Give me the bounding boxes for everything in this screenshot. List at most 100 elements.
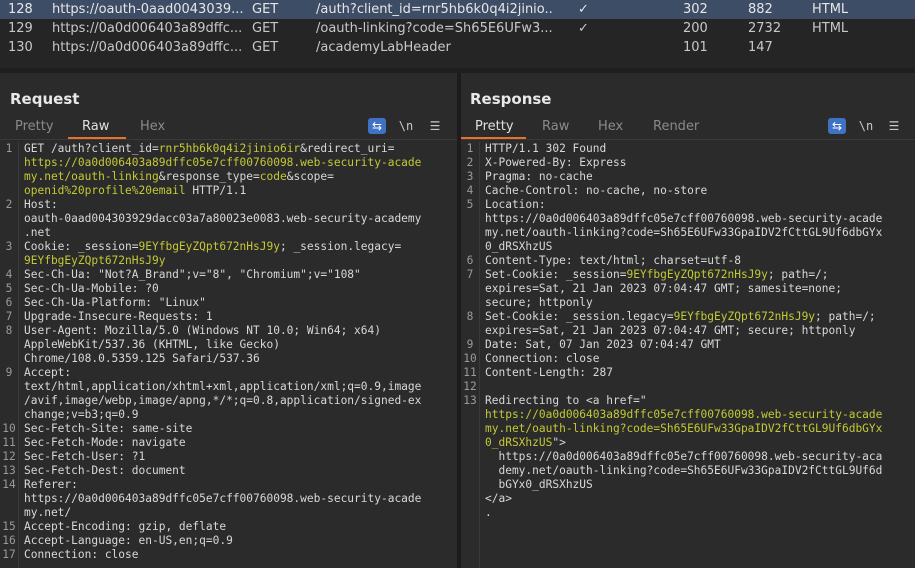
text-token: Content-Type: text/html; charset=utf-8 [485,254,741,267]
request-tab-pretty[interactable]: Pretty [15,119,54,134]
request-line: Chrome/108.0.5359.125 Safari/537.36 [0,352,457,366]
text-token: demy.net/oauth-linking?code=Sh65E6UFw33G… [485,464,883,477]
request-line: 9EYfbgEyZQpt672nHsJ9y [0,254,457,268]
response-tab-hex[interactable]: Hex [598,119,623,134]
line-text: Referer: [24,478,78,492]
request-tab-hex[interactable]: Hex [140,119,165,134]
request-line: 9 Accept: [0,366,457,380]
text-token: https://0a0d006403a89dffc05e7cff00760098… [24,492,422,505]
text-token: Sec-Ch-Ua-Mobile: ?0 [24,282,159,295]
line-text: https://0a0d006403a89dffc05e7cff00760098… [485,450,882,464]
response-line: my.net/oauth-linking?code=Sh65E6UFw33Gpa… [461,226,915,240]
history-cell-method: GET [252,2,279,17]
text-token: GET /auth?client_id= [24,142,159,155]
line-text: Sec-Fetch-User: ?1 [24,450,145,464]
line-number: 4 [466,184,474,197]
history-row[interactable]: 130 https://0a0d006403a89dffc... GET/acade… [0,38,915,57]
line-text: Sec-Fetch-Site: same-site [24,422,192,436]
line-number: 13 [463,394,477,407]
text-token: Referer: [24,478,78,491]
request-line: 13 Sec-Fetch-Dest: document [0,464,457,478]
request-menu-icon[interactable]: ☰ [426,118,444,134]
line-text: my.net/oauth-linking?code=Sh65E6UFw33Gpa… [485,422,882,436]
line-text: </a> [485,492,512,506]
request-line: 17 Connection: close [0,548,457,562]
response-line: https://0a0d006403a89dffc05e7cff00760098… [461,450,915,464]
text-token: ; path=/; [815,310,876,323]
history-cell-num: 128 [8,2,33,17]
line-text: text/html,application/xhtml+xml,applicat… [24,380,421,394]
history-cell-mime: HTML [812,2,849,17]
response-newline-icon[interactable]: \n [857,118,875,134]
request-line: /avif,image/webp,image/apng,*/*;q=0.8,ap… [0,394,457,408]
line-text: Accept-Encoding: gzip, deflate [24,520,226,534]
text-token: https://0a0d006403a89dffc05e7cff00760098… [485,212,883,225]
line-text: User-Agent: Mozilla/5.0 (Windows NT 10.0… [24,324,381,338]
response-wrap-lines-icon[interactable]: ⇆ [828,118,846,134]
history-row[interactable]: 129 https://0a0d006403a89dffc... GET/oauth… [0,19,915,38]
line-number: 12 [2,450,16,463]
line-text: Connection: close [485,352,600,366]
text-token: Sec-Fetch-Dest: document [24,464,186,477]
response-tab-render[interactable]: Render [653,119,699,134]
response-menu-icon[interactable]: ☰ [885,118,903,134]
line-text: Set-Cookie: _session.legacy=9EYfbgEyZQpt… [485,310,876,324]
line-text: Sec-Ch-Ua-Mobile: ?0 [24,282,159,296]
text-token: Cookie: _session= [24,240,139,253]
response-line: 12 [461,380,915,394]
highlighted-token: openid%20profile%20email [24,184,186,197]
line-text: expires=Sat, 21 Jan 2023 07:04:47 GMT; s… [485,282,842,296]
response-line: 9 Date: Sat, 07 Jan 2023 07:04:47 GMT [461,338,915,352]
history-cell-num: 130 [8,40,33,55]
request-line: .net [0,226,457,240]
line-number: 9 [5,366,13,379]
request-editor[interactable]: 1 GET /auth?client_id=rnr5hb6k0q4i2jinio6… [0,142,457,568]
text-token: Set-Cookie: _session= [485,268,627,281]
line-text: secure; httponly [485,296,593,310]
highlighted-token: 9EYfbgEyZQpt672nHsJ9y [138,240,280,253]
line-text: Content-Length: 287 [485,366,613,380]
line-number: 11 [2,436,16,449]
history-cell-edited: ✓ [578,21,589,36]
response-line: demy.net/oauth-linking?code=Sh65E6UFw33G… [461,464,915,478]
line-number: 6 [5,296,13,309]
line-text: HTTP/1.1 302 Found [485,142,606,156]
response-line: my.net/oauth-linking?code=Sh65E6UFw33Gpa… [461,422,915,436]
line-text: Pragma: no-cache [485,170,593,184]
request-tab-raw[interactable]: Raw [82,119,109,134]
line-number: 13 [2,464,16,477]
response-panel: Response Pretty Raw Hex Render ⇆ \n ☰ 1H… [461,73,915,568]
text-token: Sec-Ch-Ua: "Not?A_Brand";v="8", "Chromiu… [24,268,361,281]
response-editor[interactable]: 1 HTTP/1.1 302 Found 2 X-Powered-By: Expres… [461,142,915,568]
line-number: 6 [466,254,474,267]
line-text: Upgrade-Insecure-Requests: 1 [24,310,213,324]
request-line: 6 Sec-Ch-Ua-Platform: "Linux" [0,296,457,310]
line-number: 2 [5,198,13,211]
history-row[interactable]: 128 https://oauth-0aad0043039... GET/auth?… [0,0,915,19]
response-line: . [461,506,915,520]
response-line: 2 X-Powered-By: Express [461,156,915,170]
text-token: text/html,application/xhtml+xml,applicat… [24,380,422,393]
request-tab-rule [0,139,457,140]
line-text: bGYx0_dRSXhzUS [485,478,592,492]
response-tab-pretty[interactable]: Pretty [475,119,514,134]
line-text: https://0a0d006403a89dffc05e7cff00760098… [485,212,882,226]
text-token: secure; httponly [485,296,593,309]
request-line: 12 Sec-Fetch-User: ?1 [0,450,457,464]
history-cell-host: https://0a0d006403a89dffc... [52,40,243,55]
line-text: 0_dRSXhzUS [485,240,552,254]
text-token: 0_dRSXhzUS [485,240,553,253]
request-line: 8 User-Agent: Mozilla/5.0 (Windows NT 10.… [0,324,457,338]
history-cell-mime: HTML [812,21,849,36]
text-token: Date: Sat, 07 Jan 2023 07:04:47 GMT [485,338,721,351]
text-token: change;v=b3;q=0.9 [24,408,139,421]
response-tab-raw[interactable]: Raw [542,119,569,134]
request-wrap-lines-icon[interactable]: ⇆ [368,118,386,134]
text-token: "> [552,436,566,449]
text-token: User-Agent: Mozilla/5.0 (Windows NT 10.0… [24,324,381,337]
text-token: Sec-Fetch-User: ?1 [24,450,146,463]
history-cell-status: 200 [683,21,708,36]
highlighted-token: 9EYfbgEyZQpt672nHsJ9y [24,254,166,267]
response-line: 4 Cache-Control: no-cache, no-store [461,184,915,198]
request-newline-icon[interactable]: \n [397,118,415,134]
